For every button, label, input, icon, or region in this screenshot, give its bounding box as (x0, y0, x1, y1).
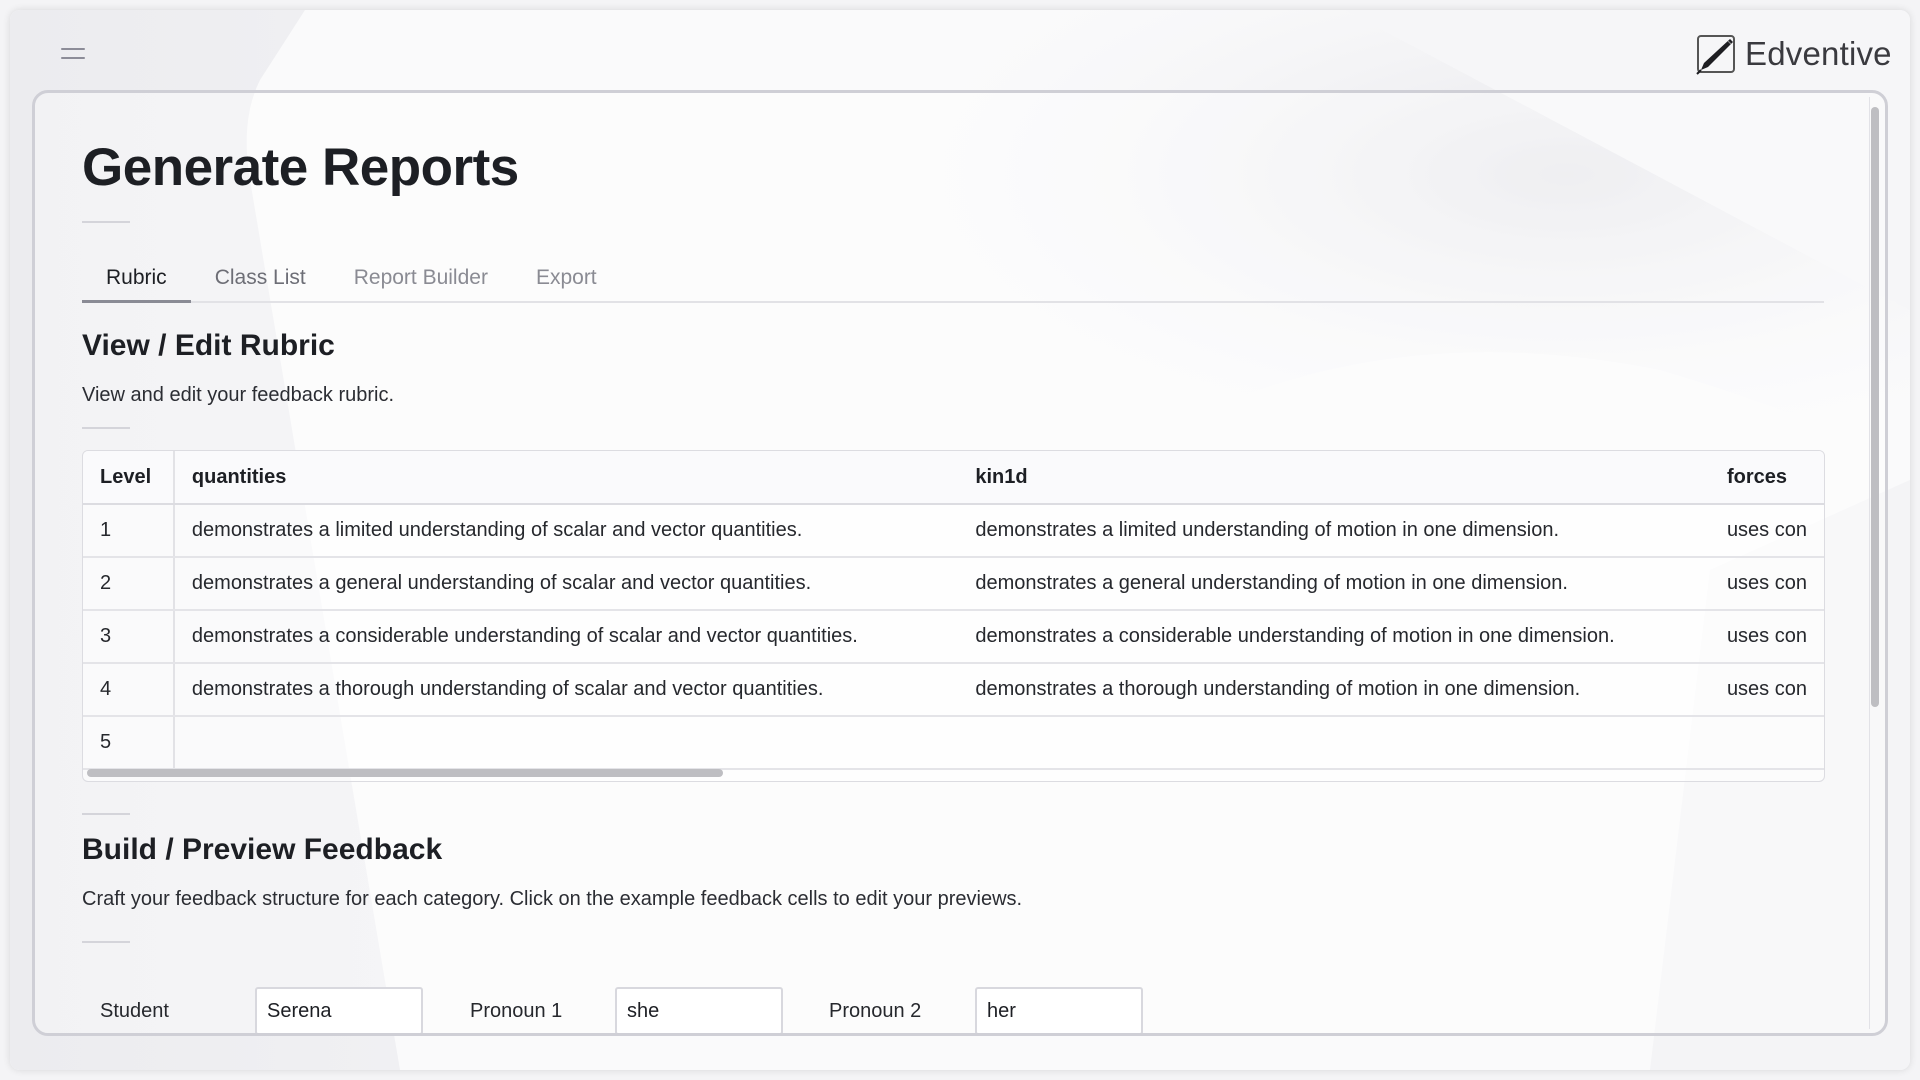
column-header-forces[interactable]: forces (1709, 451, 1824, 505)
tab-bar: Rubric Class List Report Builder Export (82, 255, 1824, 303)
level-cell: 5 (83, 716, 175, 770)
column-header-quantities[interactable]: quantities (173, 451, 959, 505)
main-card: Generate Reports Rubric Class List Repor… (32, 90, 1888, 1036)
table-row: 1 demonstrates a limited understanding o… (83, 504, 1824, 558)
rubric-cell[interactable]: demonstrates a thorough understanding of… (958, 663, 1710, 717)
rubric-cell[interactable]: uses con (1709, 610, 1824, 664)
tab-rubric[interactable]: Rubric (82, 255, 191, 303)
pronoun-2-label: Pronoun 2 (829, 999, 922, 1022)
vertical-scrollbar[interactable] (1871, 107, 1879, 707)
page-title: Generate Reports (82, 138, 519, 197)
rubric-cell[interactable]: uses con (1709, 663, 1824, 717)
rubric-cell[interactable]: demonstrates a thorough understanding of… (173, 663, 959, 717)
rubric-cell[interactable] (958, 716, 1710, 770)
feedback-section-description: Craft your feedback structure for each c… (82, 888, 1023, 910)
column-header-kin1d[interactable]: kin1d (958, 451, 1710, 505)
rubric-table: Level quantities kin1d forces 1 demonstr… (83, 451, 1824, 770)
divider (82, 221, 130, 223)
hamburger-menu-icon[interactable] (61, 46, 87, 62)
card-content: Generate Reports Rubric Class List Repor… (35, 93, 1867, 1033)
divider (82, 813, 130, 815)
pronoun-2-input[interactable] (975, 987, 1143, 1033)
rubric-cell[interactable] (173, 716, 959, 770)
tab-export[interactable]: Export (512, 255, 621, 301)
rubric-cell[interactable]: demonstrates a general understanding of … (958, 557, 1710, 611)
tab-class-list[interactable]: Class List (191, 255, 330, 301)
pronoun-1-input[interactable] (615, 987, 783, 1033)
rubric-section-heading: View / Edit Rubric (82, 329, 335, 362)
level-cell: 1 (83, 504, 175, 558)
rubric-cell[interactable]: demonstrates a considerable understandin… (173, 610, 959, 664)
rubric-table-container[interactable]: Level quantities kin1d forces 1 demonstr… (82, 450, 1825, 782)
divider (82, 941, 130, 943)
brand-logo[interactable]: Edventive (1695, 32, 1892, 76)
preview-fields: Student Pronoun 1 Pronoun 2 (82, 986, 1143, 1033)
rubric-cell[interactable]: demonstrates a general understanding of … (173, 557, 959, 611)
rubric-cell[interactable]: demonstrates a limited understanding of … (173, 504, 959, 558)
level-cell: 3 (83, 610, 175, 664)
table-header-row: Level quantities kin1d forces (83, 451, 1824, 505)
tab-report-builder[interactable]: Report Builder (330, 255, 512, 301)
rubric-section-description: View and edit your feedback rubric. (82, 384, 395, 406)
pen-icon (1696, 35, 1735, 75)
table-row: 2 demonstrates a general understanding o… (83, 557, 1824, 611)
level-cell: 4 (83, 663, 175, 717)
table-row: 3 demonstrates a considerable understand… (83, 610, 1824, 664)
brand-name: Edventive (1745, 35, 1892, 72)
column-header-level: Level (83, 451, 175, 505)
student-label: Student (100, 999, 169, 1022)
horizontal-scrollbar[interactable] (87, 769, 723, 777)
rubric-cell[interactable]: demonstrates a considerable understandin… (958, 610, 1710, 664)
rubric-cell[interactable]: uses con (1709, 504, 1824, 558)
rubric-cell[interactable]: demonstrates a limited understanding of … (958, 504, 1710, 558)
rubric-cell[interactable]: uses con (1709, 557, 1824, 611)
rubric-cell[interactable] (1709, 716, 1824, 770)
top-bar: Edventive (10, 10, 1910, 90)
level-cell: 2 (83, 557, 175, 611)
feedback-section-heading: Build / Preview Feedback (82, 833, 443, 866)
pronoun-1-label: Pronoun 1 (470, 999, 563, 1022)
table-row: 4 demonstrates a thorough understanding … (83, 663, 1824, 717)
table-row: 5 (83, 716, 1824, 770)
student-input[interactable] (255, 987, 423, 1033)
divider (82, 427, 130, 429)
app-window: Edventive Generate Reports Rubric Class … (10, 10, 1910, 1070)
